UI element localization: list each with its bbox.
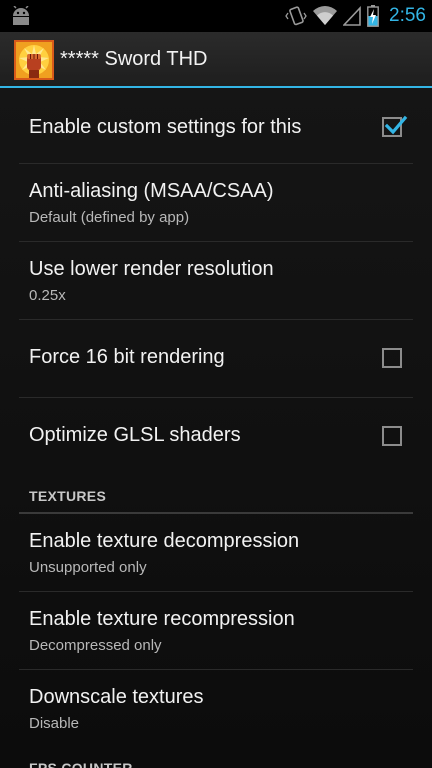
lower-resolution-row[interactable]: Use lower render resolution 0.25x [19, 242, 413, 320]
enable-custom-settings-row[interactable]: Enable custom settings for this [19, 88, 413, 164]
texture-decompression-row[interactable]: Enable texture decompression Unsupported… [19, 514, 413, 592]
app-icon[interactable] [14, 40, 54, 80]
force-16bit-checkbox[interactable] [382, 348, 402, 368]
anti-aliasing-row[interactable]: Anti-aliasing (MSAA/CSAA) Default (defin… [19, 164, 413, 242]
texture-decompression-summary: Unsupported only [29, 559, 147, 576]
force-16bit-row[interactable]: Force 16 bit rendering [19, 320, 413, 398]
wifi-icon [313, 6, 338, 26]
enable-custom-settings-checkbox[interactable] [382, 115, 408, 137]
signal-icon [343, 6, 361, 26]
downscale-textures-title: Downscale textures [29, 686, 204, 708]
force-16bit-title: Force 16 bit rendering [29, 346, 225, 368]
textures-category-header: TEXTURES [19, 476, 413, 514]
preference-list[interactable]: Enable custom settings for this Anti-ali… [0, 88, 432, 768]
texture-recompression-summary: Decompressed only [29, 637, 162, 654]
status-bar: 2:56 [0, 0, 432, 32]
action-bar: ***** Sword THD [0, 32, 432, 88]
lower-resolution-title: Use lower render resolution [29, 258, 274, 280]
optimize-glsl-checkbox[interactable] [382, 426, 402, 446]
fps-counter-category-header: FPS COUNTER [19, 748, 413, 768]
anti-aliasing-title: Anti-aliasing (MSAA/CSAA) [29, 180, 274, 202]
texture-recompression-title: Enable texture recompression [29, 608, 295, 630]
optimize-glsl-title: Optimize GLSL shaders [29, 424, 241, 446]
textures-category-label: TEXTURES [29, 488, 107, 504]
fps-counter-category-label: FPS COUNTER [29, 760, 133, 768]
status-time: 2:56 [389, 5, 426, 26]
action-bar-title: ***** Sword THD [60, 48, 208, 70]
downscale-textures-row[interactable]: Downscale textures Disable [19, 670, 413, 748]
optimize-glsl-row[interactable]: Optimize GLSL shaders [19, 398, 413, 476]
enable-custom-settings-title: Enable custom settings for this [29, 116, 302, 138]
checkmark-icon [384, 115, 408, 135]
texture-decompression-title: Enable texture decompression [29, 530, 300, 552]
texture-recompression-row[interactable]: Enable texture recompression Decompresse… [19, 592, 413, 670]
anti-aliasing-summary: Default (defined by app) [29, 209, 190, 226]
battery-charging-icon [367, 5, 379, 27]
vibrate-icon [285, 6, 307, 26]
android-debug-icon [13, 6, 29, 25]
lower-resolution-summary: 0.25x [29, 287, 66, 304]
downscale-textures-summary: Disable [29, 715, 80, 732]
